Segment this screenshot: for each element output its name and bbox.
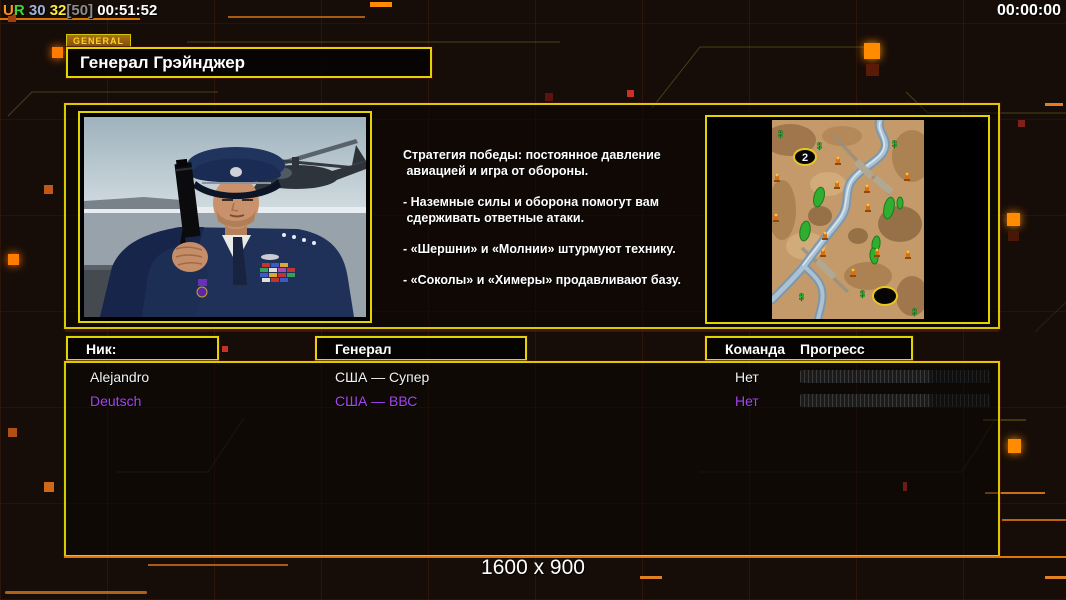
svg-text:$: $ [799, 292, 804, 302]
player-nick: Alejandro [90, 369, 150, 385]
player-team: Нет [735, 369, 759, 385]
player-nick: Deutsch [90, 393, 142, 409]
general-name-box: Генерал Грэйнджер [66, 47, 432, 78]
general-portrait [78, 111, 372, 323]
player-general: США — Супер [335, 369, 430, 385]
header-team-label: Команда [725, 340, 785, 357]
strategy-text: Стратегия победы: постоянное давление ав… [403, 148, 681, 287]
svg-text:$: $ [817, 141, 822, 151]
player-team: Нет [735, 393, 759, 409]
load-progress-bar [800, 394, 990, 407]
map-image: $ $ $ $ $ $ 2 [771, 120, 924, 319]
resolution-label: 1600 x 900 [481, 556, 585, 579]
header-progress-label: Прогресс [800, 340, 865, 357]
load-progress-bar [800, 370, 990, 383]
score-readout: UR 30 32[50] 00:51:52 [3, 2, 158, 19]
svg-text:$: $ [892, 139, 897, 149]
player-row: Deutsch США — ВВС Нет [66, 389, 998, 413]
svg-text:$: $ [778, 129, 783, 139]
purple-heart-medal [196, 279, 208, 298]
svg-text:2: 2 [801, 152, 807, 164]
svg-text:$: $ [860, 289, 865, 299]
loading-screen: UR 30 32[50] 00:51:52 00:00:00 GENERAL Г… [0, 0, 1066, 600]
header-general: Генерал [315, 336, 527, 361]
header-nick: Ник: [66, 336, 219, 361]
player-general: США — ВВС [335, 393, 418, 409]
player-list: Alejandro США — Супер Нет Deutsch США — … [64, 361, 1000, 557]
header-team-progress: Команда Прогресс [705, 336, 913, 361]
svg-text:$: $ [912, 307, 917, 317]
match-timer: 00:00:00 [996, 2, 1061, 19]
player-row: Alejandro США — Супер Нет [66, 365, 998, 389]
map-preview: $ $ $ $ $ $ 2 [705, 115, 990, 324]
general-name: Генерал Грэйнджер [80, 52, 246, 72]
general-info-panel: Стратегия победы: постоянное давление ав… [64, 103, 1000, 329]
